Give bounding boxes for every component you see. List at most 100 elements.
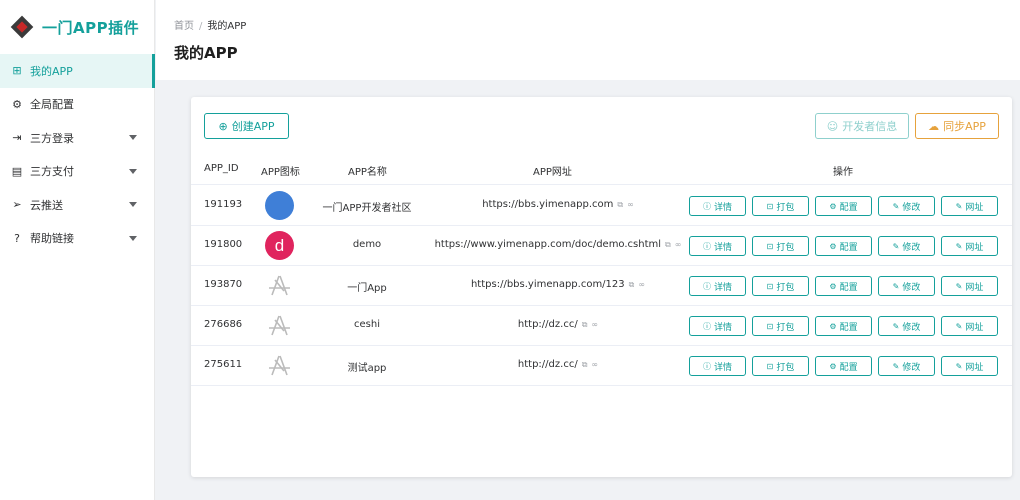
copy-icon[interactable]: ⧉	[582, 360, 588, 369]
breadcrumb-separator: /	[199, 21, 203, 32]
config-button[interactable]: ⚙ 配置	[815, 316, 872, 336]
config-icon: ⚙	[829, 241, 837, 251]
url-icon: ✎	[955, 321, 963, 331]
config-button[interactable]: ⚙ 配置	[815, 236, 872, 256]
sidebar-item-third-payment[interactable]: ▤ 三方支付	[0, 155, 154, 189]
detail-icon: ⓘ	[702, 281, 711, 291]
edit-button[interactable]: ✎ 修改	[878, 356, 935, 376]
edit-button[interactable]: ✎ 修改	[878, 316, 935, 336]
sync-app-button[interactable]: ☁ 同步APP	[915, 113, 999, 139]
detail-button[interactable]: ⓘ 详情	[689, 276, 746, 296]
sidebar: 一门APP插件 ⊞ 我的APP ⚙ 全局配置 ⇥ 三方登录 ▤ 三方支付 ➢ 云…	[0, 0, 155, 500]
edit-icon: ✎	[892, 201, 900, 211]
package-button[interactable]: ⊡ 打包	[752, 316, 809, 336]
copy-icon[interactable]: ⧉	[665, 240, 671, 249]
url-button[interactable]: ✎ 网址	[941, 356, 998, 376]
detail-button[interactable]: ⓘ 详情	[689, 316, 746, 336]
url-icon: ✎	[955, 241, 963, 251]
package-icon: ⊡	[766, 201, 774, 211]
table-row: 191800 d demo https://www.yimenapp.com/doc/…	[191, 226, 1012, 266]
app-url: http://dz.cc/ ⧉ ∞	[428, 359, 688, 370]
app-avatar: d	[265, 231, 294, 260]
package-button[interactable]: ⊡ 打包	[752, 196, 809, 216]
help-icon: ?	[14, 231, 20, 245]
chevron-down-icon	[129, 135, 137, 140]
copy-icon[interactable]: ⧉	[617, 200, 623, 209]
edit-button[interactable]: ✎ 修改	[878, 196, 935, 216]
app-id: 191800	[204, 239, 243, 250]
table-row: 191193 一门APP开发者社区 https://bbs.yimenapp.com…	[191, 186, 1012, 226]
edit-icon: ✎	[892, 321, 900, 331]
link-icon[interactable]: ∞	[627, 200, 634, 209]
edit-icon: ✎	[892, 361, 900, 371]
column-header-url: APP网址	[533, 167, 572, 178]
user-icon: ☺	[826, 119, 839, 133]
breadcrumb-home[interactable]: 首页	[174, 21, 194, 32]
config-button[interactable]: ⚙ 配置	[815, 196, 872, 216]
url-icon: ✎	[955, 201, 963, 211]
package-icon: ⊡	[766, 361, 774, 371]
url-button[interactable]: ✎ 网址	[941, 316, 998, 336]
app-url-text: http://dz.cc/	[517, 319, 578, 330]
link-icon[interactable]: ∞	[675, 240, 682, 249]
link-icon[interactable]: ∞	[638, 280, 645, 289]
sidebar-item-label: 三方登录	[30, 131, 74, 145]
url-button[interactable]: ✎ 网址	[941, 196, 998, 216]
edit-icon: ✎	[892, 241, 900, 251]
link-icon[interactable]: ∞	[591, 360, 598, 369]
app-placeholder-icon	[265, 271, 294, 300]
app-id: 193870	[204, 279, 243, 290]
edit-button[interactable]: ✎ 修改	[878, 236, 935, 256]
detail-button[interactable]: ⓘ 详情	[689, 356, 746, 376]
package-button[interactable]: ⊡ 打包	[752, 236, 809, 256]
sidebar-item-my-app[interactable]: ⊞ 我的APP	[0, 54, 155, 88]
package-button[interactable]: ⊡ 打包	[752, 356, 809, 376]
sidebar-menu: ⊞ 我的APP ⚙ 全局配置 ⇥ 三方登录 ▤ 三方支付 ➢ 云推送 ? 帮助链…	[0, 54, 155, 256]
app-name: demo	[352, 239, 382, 250]
copy-icon[interactable]: ⧉	[582, 320, 588, 329]
config-icon: ⚙	[829, 321, 837, 331]
sidebar-item-third-login[interactable]: ⇥ 三方登录	[0, 121, 154, 155]
sidebar-item-cloud-push[interactable]: ➢ 云推送	[0, 188, 154, 222]
developer-info-button[interactable]: ☺ 开发者信息	[815, 113, 909, 139]
sidebar-item-label: 我的APP	[30, 64, 73, 78]
cloud-sync-icon: ☁	[928, 119, 940, 133]
app-name: 测试app	[347, 363, 387, 374]
app-name: ceshi	[354, 319, 380, 330]
edit-button[interactable]: ✎ 修改	[878, 276, 935, 296]
login-icon: ⇥	[12, 131, 22, 145]
app-placeholder-icon	[265, 311, 294, 340]
brand[interactable]: 一门APP插件	[0, 0, 154, 54]
sidebar-item-label: 全局配置	[30, 98, 74, 112]
plus-circle-icon: ⊕	[218, 119, 228, 133]
column-header-id: APP_ID	[204, 163, 239, 174]
page-header: 首页 / 我的APP 我的APP	[156, 0, 1020, 80]
copy-icon[interactable]: ⧉	[629, 280, 635, 289]
config-icon: ⚙	[829, 281, 837, 291]
app-url-text: https://bbs.yimenapp.com/123	[470, 279, 625, 290]
sidebar-item-global-config[interactable]: ⚙ 全局配置	[0, 88, 154, 122]
create-app-button[interactable]: ⊕ 创建APP	[204, 113, 289, 139]
detail-button[interactable]: ⓘ 详情	[689, 196, 746, 216]
table-header: APP_ID APP图标 APP名称 APP网址 操作	[191, 155, 1012, 185]
table-row: 275611 测试app http://dz.cc/ ⧉ ∞ ⓘ 详情 ⊡ 打包 ⚙ 配置 ✎ 修改 ✎ 网…	[191, 346, 1012, 386]
url-button[interactable]: ✎ 网址	[941, 276, 998, 296]
link-icon[interactable]: ∞	[591, 320, 598, 329]
app-id: 191193	[204, 199, 243, 210]
app-url: https://bbs.yimenapp.com ⧉ ∞	[428, 199, 688, 210]
breadcrumb: 首页 / 我的APP	[174, 17, 246, 32]
app-avatar	[265, 191, 294, 220]
detail-icon: ⓘ	[702, 321, 711, 331]
sidebar-item-help-links[interactable]: ? 帮助链接	[0, 222, 154, 256]
config-button[interactable]: ⚙ 配置	[815, 276, 872, 296]
app-id: 275611	[204, 359, 243, 370]
url-button[interactable]: ✎ 网址	[941, 236, 998, 256]
breadcrumb-current: 我的APP	[207, 21, 247, 32]
column-header-ops: 操作	[833, 167, 853, 178]
chevron-down-icon	[129, 202, 137, 207]
config-button[interactable]: ⚙ 配置	[815, 356, 872, 376]
detail-button[interactable]: ⓘ 详情	[689, 236, 746, 256]
chevron-down-icon	[129, 168, 137, 174]
package-button[interactable]: ⊡ 打包	[752, 276, 809, 296]
detail-icon: ⓘ	[702, 201, 711, 211]
